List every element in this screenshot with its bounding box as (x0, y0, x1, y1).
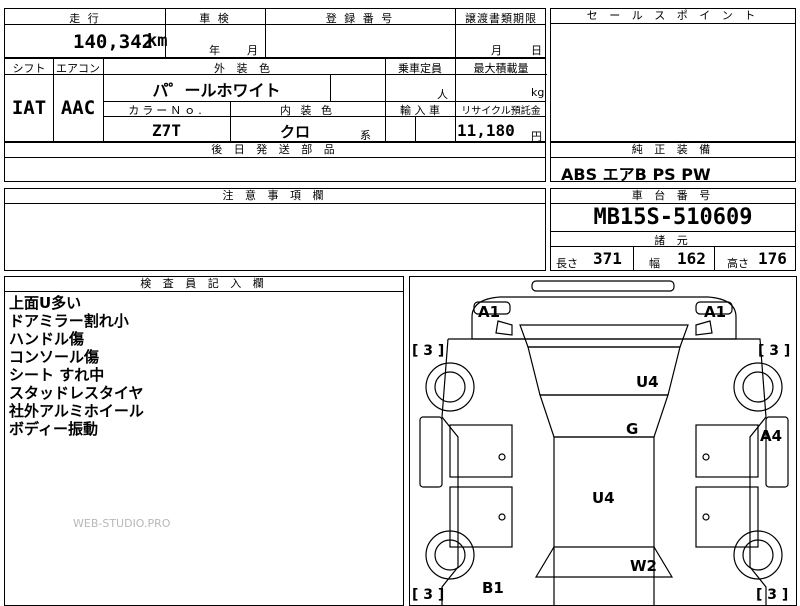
door-rear-left (449, 486, 513, 548)
interior-color-value: クロ (279, 123, 310, 141)
mark-g: G (626, 420, 638, 438)
caution-section: 注 意 事 項 欄 (4, 188, 546, 271)
vehicle-info-block: シフト エアコン IAT AAC 外 装 色 乗車定員 最大積載量 パ゜ールホワ… (4, 58, 547, 143)
color-no-value: Z7T (152, 121, 181, 140)
divider (330, 74, 331, 101)
height-label: 高さ (727, 257, 749, 270)
shift-header: シフト (12, 62, 46, 75)
max-load-header: 最大積載量 (473, 62, 529, 75)
handle (702, 453, 710, 461)
import-car-header: 輸 入 車 (400, 104, 440, 117)
body-outline (441, 338, 767, 605)
chassis-header: 車 台 番 号 (551, 189, 795, 204)
mileage-row: 走 行 車 検 登 録 番 号 譲渡書類期限 140,342 km 年 月 月 … (4, 8, 546, 58)
height-value: 176 (758, 249, 787, 268)
mileage-unit: km (147, 31, 168, 51)
roof-front (539, 394, 669, 438)
handle (498, 453, 506, 461)
list-item: ハンドル傷 (9, 330, 85, 348)
wheel-fl (425, 362, 475, 412)
sales-point-section: セ ー ル ス ポ イ ン ト (550, 8, 796, 142)
list-item: 上面U多い (9, 294, 82, 312)
side-panel-left (419, 416, 443, 488)
inspection-month-label: 月 (247, 44, 258, 57)
mark-w2: W2 (630, 557, 657, 575)
list-item: 社外アルミホイール (9, 402, 144, 420)
tire-tread-rr: [ 3 ] (756, 587, 788, 603)
exterior-color-value: パ゜ールホワイト (152, 81, 281, 100)
handle (702, 513, 710, 521)
list-item: コンソール傷 (9, 348, 100, 366)
capacity-header: 乗車定員 (398, 62, 442, 75)
width-label: 幅 (649, 257, 660, 270)
mileage-header: 走 行 (69, 12, 101, 25)
mark-a4: A4 (760, 427, 782, 445)
length-label: 長さ (556, 257, 578, 270)
interior-color-header: 内 装 色 (280, 104, 335, 117)
equipment-value: ABS エアB PS PW (561, 165, 711, 184)
transfer-day-label: 日 (531, 44, 542, 57)
door-front-left (449, 424, 513, 478)
inspector-notes-list: 上面U多い ドアミラー割れ小 ハンドル傷 コンソール傷 シート すれ中 スタッド… (9, 294, 144, 438)
door-front-right (695, 424, 759, 478)
wheel-fr (733, 362, 783, 412)
list-item: ドアミラー割れ小 (9, 312, 129, 330)
divider (551, 246, 795, 247)
capacity-unit: 人 (437, 88, 448, 101)
watermark: WEB-STUDIO.PRO (73, 517, 171, 530)
door-rear-right (695, 486, 759, 548)
interior-suffix: 系 (360, 129, 371, 142)
car-diagram: A1 A1 U4 G A4 U4 W2 B1 [ 3 ] [ 3 ] [ 3 ]… (412, 280, 790, 605)
transfer-deadline-header: 譲渡書類期限 (465, 12, 537, 25)
car-diagram-section: A1 A1 U4 G A4 U4 W2 B1 [ 3 ] [ 3 ] [ 3 ]… (409, 276, 797, 606)
registration-header: 登 録 番 号 (325, 12, 395, 25)
handle (498, 513, 506, 521)
sales-point-header: セ ー ル ス ポ イ ン ト (551, 9, 795, 24)
mark-b1: B1 (482, 579, 504, 597)
inspection-year-label: 年 (209, 44, 220, 57)
mark-u4-mid: U4 (592, 489, 615, 507)
tire-tread-rl: [ 3 ] (412, 587, 444, 603)
recycle-deposit-header: リサイクル預託金 (461, 106, 541, 117)
divider (714, 246, 715, 271)
mark-u4-top: U4 (636, 373, 659, 391)
load-unit: kg (531, 86, 545, 99)
list-item: スタッドレスタイヤ (9, 384, 144, 402)
front-bumper-shape (531, 280, 675, 292)
transfer-month-label: 月 (491, 44, 502, 57)
mirror-right (695, 320, 713, 336)
caution-header: 注 意 事 項 欄 (5, 189, 545, 204)
mark-a1-right: A1 (704, 303, 726, 321)
list-item: ボディー振動 (9, 420, 98, 438)
ac-header: エアコン (56, 62, 100, 75)
width-value: 162 (677, 249, 706, 268)
divider (415, 116, 416, 143)
tire-tread-fl: [ 3 ] (412, 343, 444, 359)
wheel-fr-inner (742, 371, 774, 403)
wheel-fl-inner (434, 371, 466, 403)
length-value: 371 (593, 249, 622, 268)
ac-value: AAC (60, 97, 96, 119)
later-parts-section: 後 日 発 送 部 品 (4, 142, 546, 182)
chassis-section: 車 台 番 号 MB15S-510609 諸 元 長さ 371 幅 162 高さ… (550, 188, 796, 271)
exterior-color-header: 外 装 色 (214, 62, 274, 75)
list-item: シート すれ中 (9, 366, 105, 384)
mark-a1-left: A1 (478, 303, 500, 321)
chassis-number: MB15S-510609 (593, 205, 753, 230)
color-no-header: カラーＮｏ. (128, 104, 205, 117)
mileage-value: 140,342 (73, 31, 154, 53)
hood-shape (519, 324, 689, 348)
recycle-deposit-value: 11,180 (457, 121, 515, 140)
equipment-header: 純 正 装 備 (551, 143, 795, 158)
shift-value: IAT (11, 97, 47, 119)
inspector-notes-header: 検 査 員 記 入 欄 (5, 277, 403, 292)
tire-tread-fr: [ 3 ] (758, 343, 790, 359)
roof-panel (553, 436, 655, 605)
equipment-section: 純 正 装 備 ABS エアB PS PW (550, 142, 796, 184)
inspection-header: 車 検 (199, 12, 231, 25)
divider (633, 246, 634, 271)
later-parts-header: 後 日 発 送 部 品 (5, 143, 545, 158)
inspector-notes-section: 検 査 員 記 入 欄 上面U多い ドアミラー割れ小 ハンドル傷 コンソール傷 … (4, 276, 404, 606)
mirror-left (495, 320, 513, 336)
